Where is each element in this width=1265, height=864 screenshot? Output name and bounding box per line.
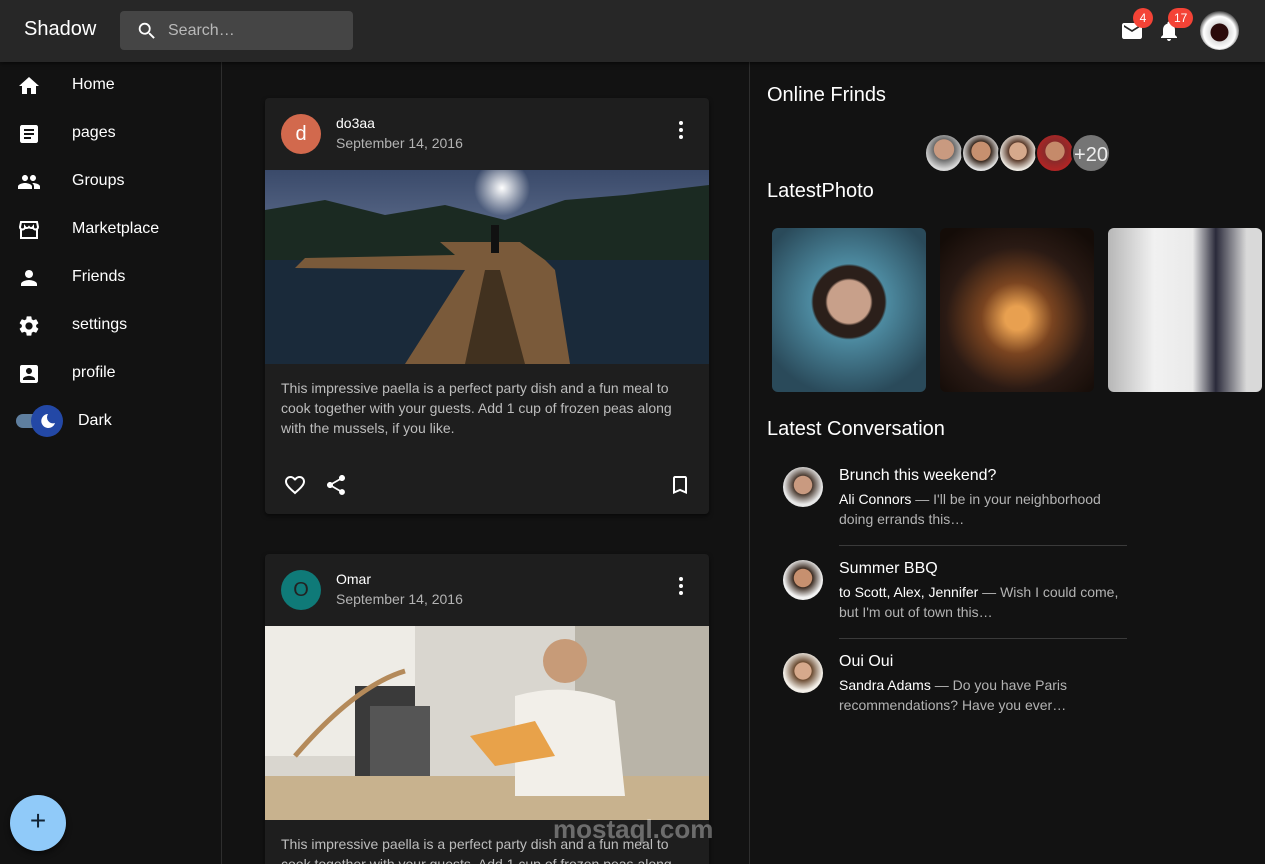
friend-avatar[interactable] — [924, 133, 964, 173]
friend-avatar[interactable] — [998, 133, 1038, 173]
latest-photo-title: LatestPhoto — [767, 180, 874, 202]
post-image — [265, 170, 709, 364]
conversation-avatar — [783, 653, 823, 693]
conversation-avatar — [783, 467, 823, 507]
conversation-item[interactable]: Oui Oui Sandra Adams — Do you have Paris… — [767, 639, 1127, 732]
latest-photo[interactable] — [940, 228, 1094, 392]
latest-photo[interactable] — [772, 228, 926, 392]
latest-conversation-title: Latest Conversation — [767, 418, 945, 440]
post-author: Omar — [336, 571, 371, 587]
online-friends-title: Online Frinds — [767, 84, 886, 106]
post-image — [265, 626, 709, 820]
app-title: Shadow — [24, 18, 97, 40]
share-icon[interactable] — [324, 473, 348, 497]
conversation-item[interactable]: Brunch this weekend? Ali Connors — I'll … — [767, 453, 1127, 546]
moon-icon — [41, 414, 55, 428]
sidebar-item-friends[interactable]: Friends — [0, 254, 222, 302]
post-card: d do3aa September 14, 2016 This impressi… — [265, 98, 709, 514]
sidebar-item-marketplace[interactable]: Marketplace — [0, 206, 222, 254]
user-avatar[interactable] — [1200, 11, 1239, 50]
conversation-sender: Sandra Adams — [839, 677, 931, 693]
search-field[interactable]: Search… — [120, 11, 353, 50]
theme-toggle-label: Dark — [78, 412, 112, 429]
conversation-title: Oui Oui — [839, 653, 894, 670]
article-icon — [20, 125, 38, 143]
feed: d do3aa September 14, 2016 This impressi… — [223, 62, 750, 864]
person-icon — [21, 270, 37, 286]
theme-toggle[interactable] — [31, 405, 63, 437]
more-vert-icon[interactable] — [671, 118, 691, 142]
add-button[interactable]: + — [10, 795, 66, 851]
sidebar-item-pages[interactable]: pages — [0, 110, 222, 158]
gear-icon — [19, 316, 39, 336]
friend-avatar[interactable] — [1035, 133, 1075, 173]
sidebar-item-settings[interactable]: settings — [0, 302, 222, 350]
post-author: do3aa — [336, 115, 375, 131]
search-input[interactable]: Search… — [168, 22, 235, 40]
sidebar-item-profile[interactable]: profile — [0, 350, 222, 398]
conversation-snippet: Ali Connors — I'll be in your neighborho… — [839, 489, 1119, 529]
conversation-sender: to Scott, Alex, Jennifer — [839, 584, 979, 600]
conversation-avatar — [783, 560, 823, 600]
sidebar-item-label: pages — [72, 124, 116, 141]
conversation-title: Summer BBQ — [839, 560, 938, 577]
search-icon — [138, 22, 155, 39]
post-avatar[interactable]: d — [281, 114, 321, 154]
account-box-icon — [20, 365, 38, 383]
latest-photo[interactable] — [1108, 228, 1262, 392]
sidebar-item-label: settings — [72, 316, 128, 333]
post-avatar[interactable]: O — [281, 570, 321, 610]
post-text: This impressive paella is a perfect part… — [281, 380, 672, 436]
more-friends-count[interactable]: +20 — [1071, 133, 1111, 173]
sidebar: Home pages Groups Marketplace Friends se… — [0, 62, 222, 864]
watermark: mostaql.com — [553, 814, 714, 844]
app-bar: Shadow Search… 4 17 — [0, 0, 1265, 62]
sidebar-item-label: Home — [72, 76, 115, 93]
sidebar-item-label: Friends — [72, 268, 126, 285]
right-panel: Online Frinds +20 LatestPhoto Latest Con… — [751, 62, 1265, 864]
conversation-title: Brunch this weekend? — [839, 467, 997, 484]
sidebar-item-label: Groups — [72, 172, 125, 189]
post-date: September 14, 2016 — [336, 135, 463, 151]
bookmark-icon[interactable] — [668, 473, 692, 497]
more-vert-icon[interactable] — [671, 574, 691, 598]
plus-icon: + — [29, 805, 47, 836]
post-date: September 14, 2016 — [336, 591, 463, 607]
friend-avatar[interactable] — [961, 133, 1001, 173]
heart-icon[interactable] — [283, 473, 307, 497]
mail-badge: 4 — [1133, 8, 1153, 28]
notifications-badge: 17 — [1168, 8, 1194, 28]
sidebar-item-groups[interactable]: Groups — [0, 158, 222, 206]
group-icon — [18, 175, 40, 189]
sidebar-item-home[interactable]: Home — [0, 62, 222, 110]
sidebar-item-label: Marketplace — [72, 220, 160, 237]
conversation-item[interactable]: Summer BBQ to Scott, Alex, Jennifer — Wi… — [767, 546, 1127, 639]
conversation-snippet: to Scott, Alex, Jennifer — Wish I could … — [839, 582, 1119, 622]
sidebar-item-label: profile — [72, 364, 116, 381]
conversation-snippet: Sandra Adams — Do you have Paris recomme… — [839, 675, 1119, 715]
home-icon — [19, 77, 39, 94]
store-icon — [18, 221, 40, 239]
conversation-sender: Ali Connors — [839, 491, 912, 507]
